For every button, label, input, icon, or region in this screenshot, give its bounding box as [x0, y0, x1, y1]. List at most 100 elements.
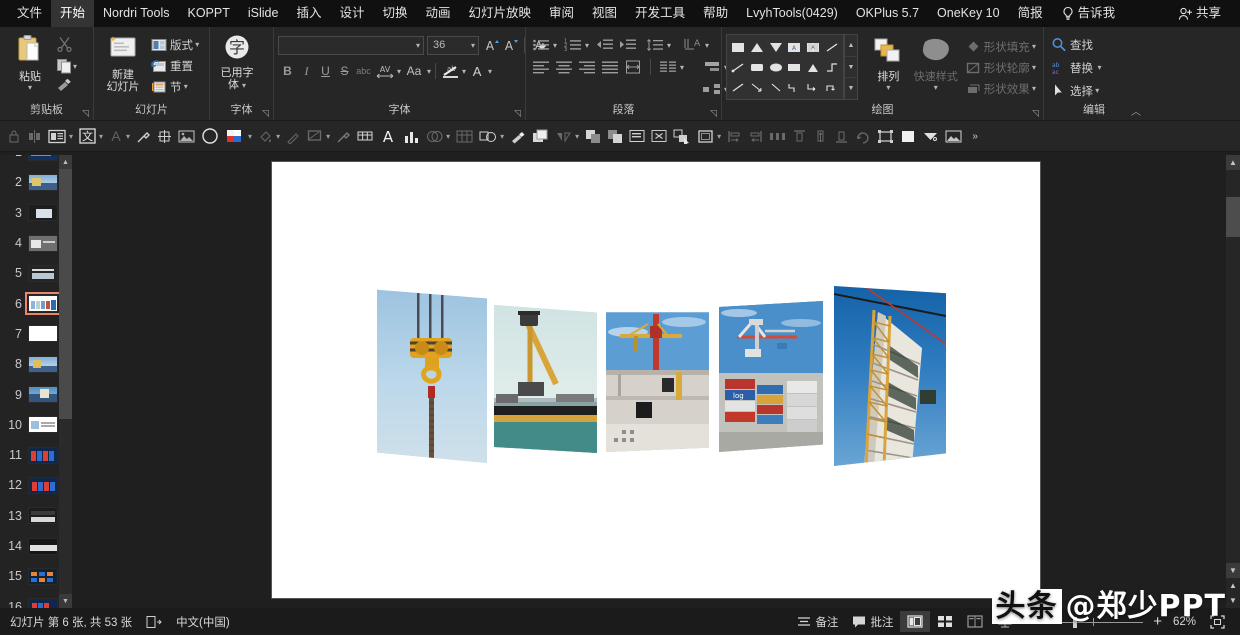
text-direction-caret-icon[interactable]: ▾	[705, 41, 709, 50]
qb-fill-bucket-caret-icon[interactable]: ▾	[276, 132, 283, 141]
qb-align-right2-icon[interactable]	[745, 124, 766, 148]
gallery-more-icon[interactable]: ▼	[845, 78, 857, 99]
menu-item-onekey[interactable]: OneKey 10	[928, 0, 1009, 27]
qb-merge-shapes-icon[interactable]	[154, 124, 175, 148]
qb-color-palette-caret-icon[interactable]: ▾	[248, 132, 255, 141]
shapes-gallery[interactable]: A A	[726, 34, 844, 100]
qb-align-bottom-icon[interactable]	[831, 124, 852, 148]
shape-line[interactable]	[822, 37, 841, 57]
qb-select-objects-icon[interactable]	[670, 124, 694, 148]
qb-lock-icon[interactable]	[4, 124, 24, 148]
font-name-caret-icon[interactable]: ▾	[414, 41, 420, 50]
qb-chart-icon[interactable]	[400, 124, 423, 148]
menu-item-help[interactable]: 帮助	[694, 0, 737, 27]
menu-item-file[interactable]: 文件	[8, 0, 51, 27]
text-shadow-button[interactable]: abc	[354, 62, 373, 81]
layout-button[interactable]: 版式 ▾	[148, 34, 202, 55]
shape-elbow-connector[interactable]	[822, 57, 841, 77]
slide-count-label[interactable]: 幻灯片 第 6 张, 共 53 张	[8, 611, 139, 632]
shapes-gallery-scroll[interactable]: ▲ ▼ ▼	[844, 34, 858, 100]
text-highlight-button[interactable]: ab	[440, 62, 462, 81]
menu-item-slideshow[interactable]: 幻灯片放映	[460, 0, 541, 27]
slide-canvas-area[interactable]: log ▲ ▼ ▲ ▼	[72, 155, 1240, 608]
qb-distribute-h-icon[interactable]	[766, 124, 789, 148]
qb-shape-outline-caret-icon[interactable]: ▾	[326, 132, 333, 141]
canvas-scroll-up-icon[interactable]: ▲	[1226, 155, 1240, 170]
shape-oval[interactable]	[766, 57, 785, 77]
notes-button[interactable]: 备注	[790, 611, 845, 632]
shape-textbox[interactable]: A	[785, 37, 804, 57]
qb-flip-icon[interactable]	[552, 124, 575, 148]
qb-textbox-icon[interactable]	[45, 124, 69, 148]
qb-shape-union-caret-icon[interactable]: ▾	[446, 132, 453, 141]
shape-outline-caret-icon[interactable]: ▾	[1030, 63, 1036, 72]
section-caret-icon[interactable]: ▾	[182, 82, 188, 91]
smartart-button[interactable]	[701, 79, 723, 99]
qb-font-color-caret-icon[interactable]: ▾	[126, 132, 133, 141]
menu-item-view[interactable]: 视图	[583, 0, 626, 27]
qb-align-center-icon[interactable]	[24, 124, 45, 148]
shape-effects-button[interactable]: 形状效果 ▾	[963, 78, 1039, 99]
slide-thumbnail-pane[interactable]: 1 2 3 4	[0, 155, 72, 608]
text-direction-button[interactable]: A	[682, 35, 704, 55]
carousel-photo-2[interactable]	[494, 305, 597, 453]
bold-button[interactable]: B	[278, 62, 297, 81]
qb-chinese-text-caret-icon[interactable]: ▾	[99, 132, 106, 141]
gallery-scroll-down-icon[interactable]: ▼	[845, 57, 857, 79]
shape-rounded-rect[interactable]	[748, 57, 767, 77]
qb-textbox-caret-icon[interactable]: ▾	[69, 132, 76, 141]
shape-fill-button[interactable]: 形状填充 ▾	[963, 36, 1039, 57]
shape-elbow-arrow[interactable]	[804, 77, 823, 97]
align-right-button[interactable]	[576, 57, 598, 77]
font-color-caret-icon[interactable]: ▾	[488, 67, 492, 76]
language-label[interactable]: 中文(中国)	[169, 611, 237, 632]
tell-me-button[interactable]: 告诉我	[1052, 0, 1125, 27]
qb-shape-combine-icon[interactable]	[476, 124, 500, 148]
align-center-button[interactable]	[553, 57, 575, 77]
collapse-ribbon-button[interactable]: ︿	[1131, 108, 1141, 118]
shape-triangle-2[interactable]	[804, 57, 823, 77]
carousel-photo-1[interactable]	[377, 289, 487, 463]
clipboard-dialog-launcher[interactable]: ◹	[82, 109, 91, 118]
zoom-slider-handle[interactable]	[1073, 616, 1078, 628]
slide-canvas[interactable]: log	[272, 162, 1040, 598]
canvas-scroll-down-icon[interactable]: ▼	[1226, 563, 1240, 578]
italic-button[interactable]: I	[297, 62, 316, 81]
qb-shape-outline-icon[interactable]	[304, 124, 326, 148]
shape-triangle[interactable]	[748, 37, 767, 57]
qb-align-middle-icon[interactable]	[810, 124, 831, 148]
line-spacing-button[interactable]	[644, 35, 666, 55]
qb-group-icon[interactable]	[874, 124, 897, 148]
qb-send-backward-icon[interactable]	[604, 124, 626, 148]
columns-button[interactable]	[657, 57, 679, 77]
qb-font-color-icon[interactable]: A	[106, 124, 126, 148]
shape-outline-button[interactable]: 形状轮廓 ▾	[963, 57, 1039, 78]
drawing-dialog-launcher[interactable]: ◹	[1032, 109, 1041, 118]
qb-duplicate-icon[interactable]	[529, 124, 552, 148]
menu-item-design[interactable]: 设计	[330, 0, 373, 27]
paste-caret-icon[interactable]: ▾	[28, 83, 32, 92]
increase-indent-button[interactable]	[617, 35, 639, 55]
grow-font-button[interactable]: A	[483, 36, 502, 55]
cut-icon[interactable]	[56, 36, 77, 55]
zoom-slider[interactable]	[1043, 615, 1144, 629]
menu-item-lvyhtools[interactable]: LvyhTools(0429)	[737, 0, 847, 27]
zoom-level-label[interactable]: 62%	[1166, 611, 1203, 632]
select-button[interactable]: 选择 ▾	[1048, 80, 1102, 101]
menu-item-insert[interactable]: 插入	[287, 0, 330, 27]
carousel-photo-5[interactable]	[834, 286, 946, 466]
font-color-button[interactable]: A	[466, 62, 488, 81]
menu-item-islide[interactable]: iSlide	[239, 0, 288, 27]
previous-slide-icon[interactable]: ▲	[1226, 578, 1240, 593]
menu-item-home[interactable]: 开始	[51, 0, 95, 27]
qb-align-left2-icon[interactable]	[724, 124, 745, 148]
justify-button[interactable]	[599, 57, 621, 77]
carousel-photo-4[interactable]: log	[719, 301, 823, 452]
shape-arrow-line[interactable]	[748, 77, 767, 97]
qb-fill-bucket-icon[interactable]	[255, 124, 276, 148]
change-case-caret-icon[interactable]: ▾	[427, 67, 431, 76]
thumbnail-scrollbar[interactable]: ▲ ▼	[59, 155, 72, 608]
qb-merge-down-icon[interactable]	[919, 124, 942, 148]
qb-white-square-icon[interactable]	[897, 124, 919, 148]
numbering-button[interactable]: 123	[562, 35, 584, 55]
